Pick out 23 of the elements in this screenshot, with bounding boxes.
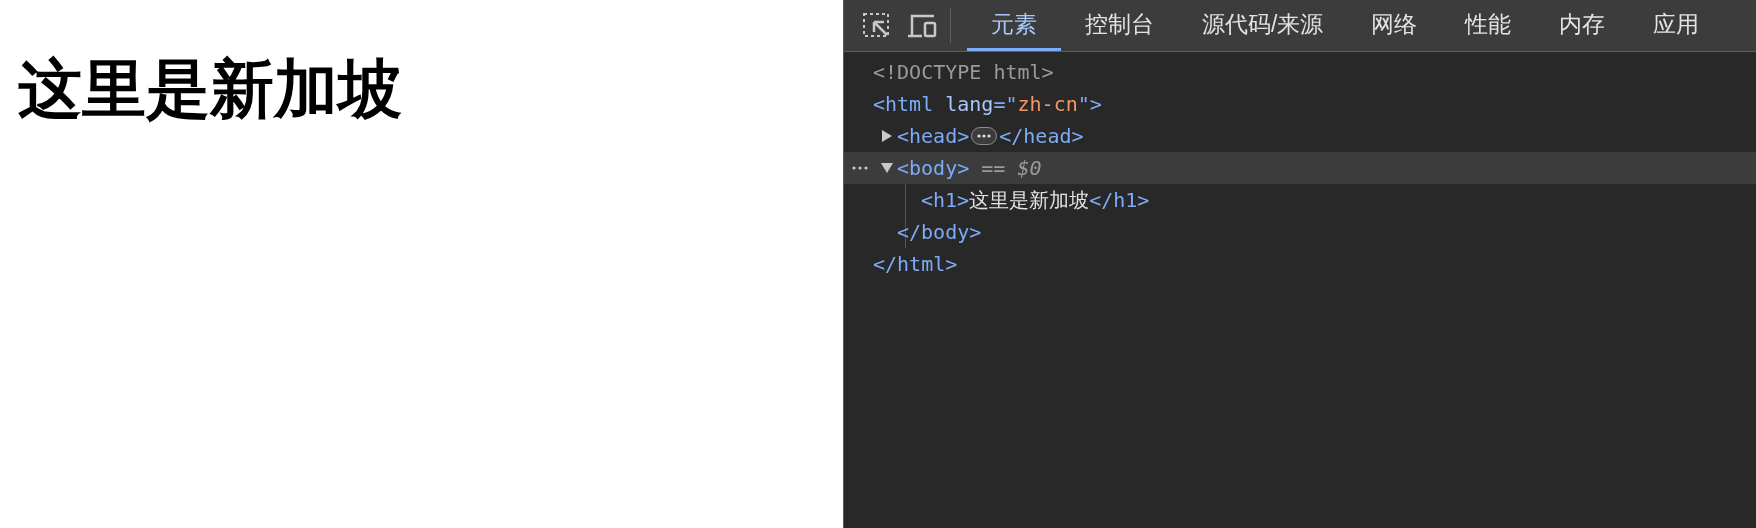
page-heading: 这里是新加坡 (18, 52, 403, 127)
more-icon (977, 134, 992, 138)
inspect-element-icon[interactable] (862, 11, 892, 40)
expand-arrow-icon[interactable] (881, 130, 893, 142)
panel-tab[interactable]: 内存 (1535, 0, 1630, 51)
ellipsis-button[interactable] (971, 127, 998, 145)
code-line[interactable]: <!DOCTYPE html> (873, 56, 1054, 88)
panel-tab[interactable]: 网络 (1347, 0, 1442, 51)
device-toggle-icon[interactable] (906, 12, 938, 39)
code-line[interactable]: </body> (897, 216, 982, 248)
panel-tab[interactable]: 元素 (967, 0, 1061, 51)
collapse-arrow-icon[interactable] (881, 162, 893, 174)
code-line[interactable]: <h1>这里是新加坡</h1> (921, 184, 1150, 216)
code-line[interactable]: </html> (873, 248, 958, 280)
code-line[interactable]: <head> (897, 120, 970, 152)
panel-tab[interactable]: 性能 (1441, 0, 1536, 51)
code-line[interactable]: </head> (999, 120, 1084, 152)
more-icon[interactable] (852, 166, 868, 170)
code-line[interactable]: <html lang="zh-cn"> (873, 88, 1102, 120)
panel-tab[interactable]: 应用 (1629, 0, 1724, 51)
panel-tab[interactable]: 控制台 (1061, 0, 1178, 51)
code-line[interactable]: <body> == $0 (897, 152, 1042, 184)
panel-tab[interactable]: 源代码/来源 (1178, 0, 1348, 51)
